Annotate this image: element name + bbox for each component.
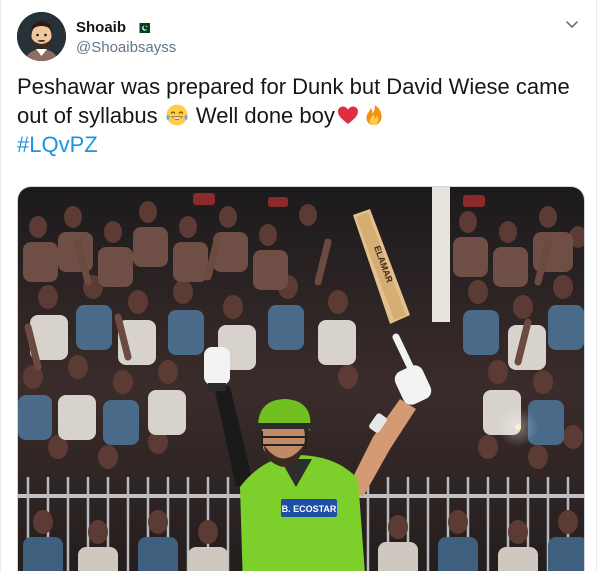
hashtag-link[interactable]: #LQvPZ xyxy=(17,132,98,157)
cricket-celebration-photo: ELAMAR B. ECOSTAR xyxy=(18,187,584,571)
cartoon-avatar-icon xyxy=(17,12,66,61)
chevron-down-icon[interactable] xyxy=(564,16,580,32)
tweet-text-part2: Well done boy xyxy=(189,103,335,128)
tweet-text: Peshawar was prepared for Dunk but David… xyxy=(17,72,587,159)
tears-of-joy-emoji-icon xyxy=(166,104,188,126)
user-names: Shoaib @Shoaibsayss xyxy=(76,18,176,58)
avatar[interactable] xyxy=(17,12,66,61)
tweet-media-photo[interactable]: ELAMAR B. ECOSTAR xyxy=(17,186,585,571)
red-heart-emoji-icon xyxy=(337,106,358,124)
tweet-header: Shoaib @Shoaibsayss xyxy=(17,12,584,62)
pakistan-flag-icon xyxy=(136,23,151,33)
fire-emoji-icon xyxy=(366,105,382,125)
jersey-text: B. ECOSTAR xyxy=(282,504,337,514)
user-handle[interactable]: @Shoaibsayss xyxy=(76,38,176,58)
display-name[interactable]: Shoaib xyxy=(76,18,126,38)
tweet-card: Shoaib @Shoaibsayss Peshawar was prepare… xyxy=(0,0,597,571)
